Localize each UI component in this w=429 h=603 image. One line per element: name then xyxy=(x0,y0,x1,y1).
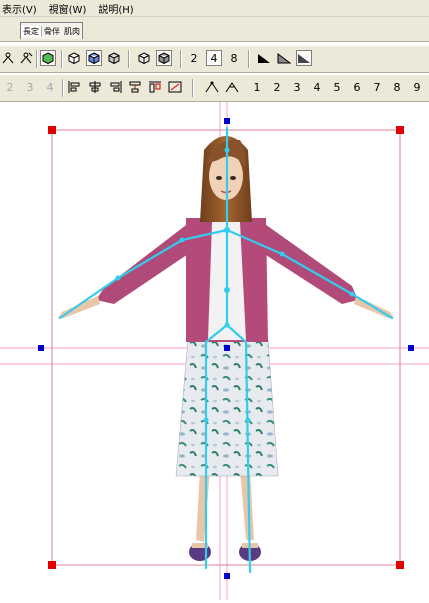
handle-top-right xyxy=(396,126,404,134)
model-viewport[interactable] xyxy=(0,102,429,600)
scale-icon[interactable] xyxy=(167,79,183,95)
handle-center xyxy=(224,345,230,351)
preset-2-button[interactable]: 2 xyxy=(269,79,285,95)
viewport-canvas xyxy=(0,102,429,600)
mode-tabs: 長定 骨伴 肌肉 xyxy=(20,22,83,39)
preset-5-button[interactable]: 5 xyxy=(329,79,345,95)
toolbar-top: 2 4 8 xyxy=(0,46,429,73)
preset-7-button[interactable]: 7 xyxy=(369,79,385,95)
joint-reset-icon[interactable] xyxy=(224,79,240,95)
handle-left xyxy=(38,345,44,351)
dim-2-button[interactable]: 2 xyxy=(2,79,18,95)
cube-texture-icon[interactable] xyxy=(136,50,152,66)
shaded-cube-green-icon[interactable] xyxy=(40,50,56,66)
preset-3-button[interactable]: 3 xyxy=(289,79,305,95)
handle-bottom xyxy=(224,573,230,579)
handle-top xyxy=(224,118,230,124)
preset-1-button[interactable]: 1 xyxy=(249,79,265,95)
align-left-icon[interactable] xyxy=(67,79,83,95)
dim-4-button[interactable]: 4 xyxy=(42,79,58,95)
ramp-icon[interactable] xyxy=(256,50,272,66)
dim-3-button[interactable]: 3 xyxy=(22,79,38,95)
ik-tool-icon[interactable] xyxy=(18,50,34,66)
fk-tool-icon[interactable] xyxy=(0,50,16,66)
handle-right xyxy=(408,345,414,351)
align-right-icon[interactable] xyxy=(107,79,123,95)
menu-window[interactable]: 視窗(W) xyxy=(49,1,87,16)
preset-8-button[interactable]: 8 xyxy=(389,79,405,95)
handle-bottom-right xyxy=(396,561,404,569)
ramp-selected-icon[interactable] xyxy=(296,50,312,66)
preset-4-button[interactable]: 4 xyxy=(309,79,325,95)
preset-9-button[interactable]: 9 xyxy=(409,79,425,95)
handle-bottom-left xyxy=(48,561,56,569)
menu-view[interactable]: 表示(V) xyxy=(2,1,37,16)
align-center-icon[interactable] xyxy=(87,79,103,95)
joint-angle-icon[interactable] xyxy=(204,79,220,95)
ramp-light-icon[interactable] xyxy=(276,50,292,66)
menu-help[interactable]: 説明(H) xyxy=(98,1,133,16)
menu-bar: 表示(V) 視窗(W) 説明(H) xyxy=(0,0,429,17)
solid-cube-blue-icon[interactable] xyxy=(86,50,102,66)
subdiv-4-button[interactable]: 4 xyxy=(206,50,222,66)
preset-6-button[interactable]: 6 xyxy=(349,79,365,95)
align-top-icon[interactable] xyxy=(147,79,163,95)
half-cube-icon[interactable] xyxy=(106,50,122,66)
toolbar-bottom: 2 3 4 1 2 3 4 5 6 7 8 9 xyxy=(0,75,429,102)
subdiv-2-button[interactable]: 2 xyxy=(186,50,202,66)
tab-bones[interactable]: 骨伴 xyxy=(42,26,62,37)
tab-row: 長定 骨伴 肌肉 xyxy=(0,17,429,42)
wire-cube-icon[interactable] xyxy=(66,50,82,66)
subdiv-8-button[interactable]: 8 xyxy=(226,50,242,66)
tab-form[interactable]: 長定 xyxy=(21,25,42,37)
tab-muscles[interactable]: 肌肉 xyxy=(62,26,82,37)
distribute-icon[interactable] xyxy=(127,79,143,95)
handle-top-left xyxy=(48,126,56,134)
cube-solid-dark-icon[interactable] xyxy=(156,50,172,66)
